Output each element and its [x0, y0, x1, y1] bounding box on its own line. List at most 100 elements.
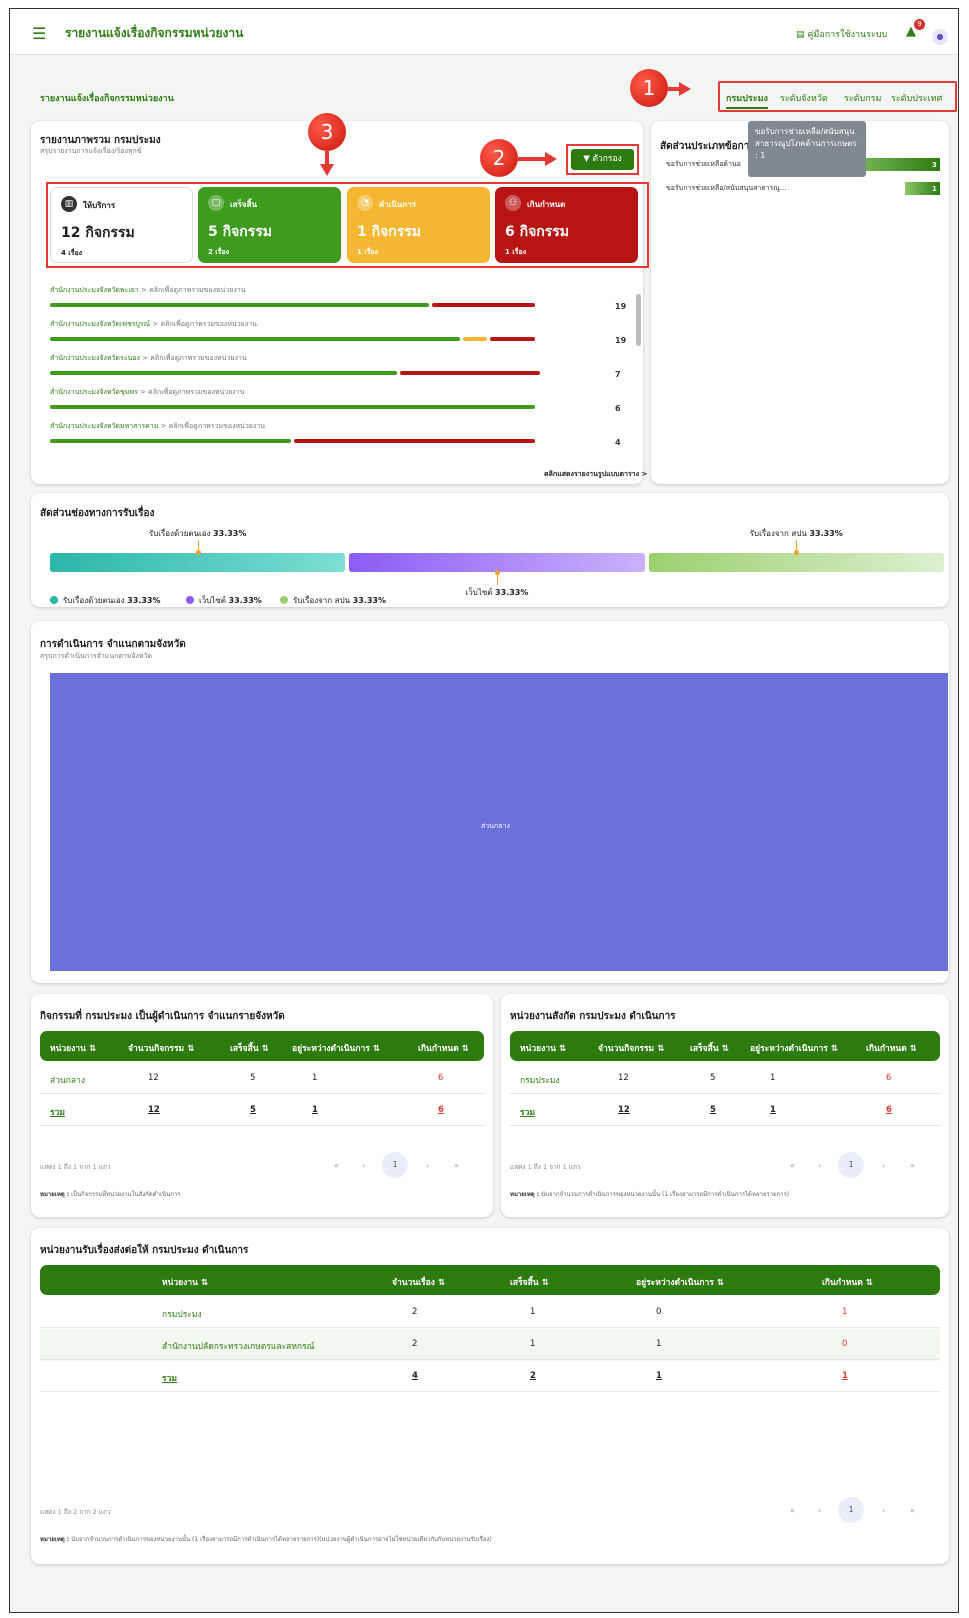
table1-first-page[interactable]: «	[334, 1161, 339, 1170]
page-heading: รายงานแจ้งเรื่องกิจกรรมหน่วยงาน	[40, 94, 174, 104]
tab-province-level[interactable]: ระดับจังหวัด	[780, 91, 828, 105]
table2-note-text: นับจากจำนวนการดำเนินการของหน่วยงานนั้น (…	[539, 1191, 790, 1198]
channel-segment[interactable]	[50, 553, 346, 572]
menu-icon[interactable]: ☰	[32, 24, 46, 43]
table2-total-cell[interactable]: รวม	[520, 1105, 535, 1119]
legend-item[interactable]: รับเรื่องจาก สปน 33.33%	[280, 594, 386, 607]
filter-button[interactable]: ▼ ตัวกรอง	[571, 149, 634, 170]
tab-country-level[interactable]: ระดับประเทศ	[891, 91, 942, 105]
table3-first-page[interactable]: «	[790, 1506, 795, 1515]
channel-callout-name: รับเรื่องด้วยตนเอง	[148, 529, 214, 538]
table3-cell: 2	[412, 1307, 418, 1317]
table3-page-info: แสดง 1 ถึง 2 จาก 2 แถว	[40, 1508, 111, 1516]
org-row[interactable]: สำนักงานประมงจังหวัดระนอง > คลิกเพื่อดูภ…	[50, 353, 621, 383]
stat-in-progress-sub: 1 เรื่อง	[357, 248, 379, 256]
org-value: 7	[615, 370, 621, 379]
legend-item[interactable]: เว็บไซต์ 33.33%	[186, 594, 262, 607]
org-name[interactable]: สำนักงานประมงจังหวัดมหาสารคาม > คลิกเพื่…	[50, 421, 265, 432]
filter-label: ตัวกรอง	[592, 154, 622, 164]
table1-title: กิจกรรมที่ กรมประมง เป็นผู้ดำเนินการ จำแ…	[40, 1011, 285, 1022]
table3-next-page[interactable]: ›	[882, 1506, 885, 1515]
tab-department[interactable]: กรมประมง	[726, 91, 768, 109]
legend-dot-icon	[50, 596, 58, 604]
table2-prev-page[interactable]: ‹	[818, 1161, 821, 1170]
table3-prev-page[interactable]: ‹	[818, 1506, 821, 1515]
table1-col-header[interactable]: อยู่ระหว่างดำเนินการ ⇅	[292, 1041, 380, 1055]
table2-note: หมายเหตุ : นับจากจำนวนการดำเนินการของหน่…	[510, 1189, 789, 1199]
org-row[interactable]: สำนักงานประมงจังหวัดชุมพร > คลิกเพื่อดูภ…	[50, 387, 621, 417]
org-name[interactable]: สำนักงานประมงจังหวัดระนอง > คลิกเพื่อดูภ…	[50, 353, 247, 364]
stat-service[interactable]: ▥ ให้บริการ 12 กิจกรรม 4 เรื่อง	[50, 187, 193, 263]
org-row[interactable]: สำนักงานประมงจังหวัดพะเยา > คลิกเพื่อดูภ…	[50, 285, 626, 315]
org-click-hint: > คลิกเพื่อดูภาพรวมของหน่วยงาน	[150, 320, 257, 328]
legend-percent: 33.33%	[127, 596, 161, 605]
org-row[interactable]: สำนักงานประมงจังหวัดมหาสารคาม > คลิกเพื่…	[50, 421, 621, 451]
table3-note-label: หมายเหตุ :	[40, 1536, 70, 1543]
tab-department-level[interactable]: ระดับกรม	[844, 91, 881, 105]
org-name[interactable]: สำนักงานประมงจังหวัดชุมพร > คลิกเพื่อดูภ…	[50, 387, 244, 398]
legend-item[interactable]: รับเรื่องด้วยตนเอง 33.33%	[50, 594, 160, 607]
org-value: 19	[615, 336, 627, 345]
stat-service-label: ให้บริการ	[83, 201, 116, 210]
table1-col-header[interactable]: เกินกำหนด ⇅	[418, 1041, 469, 1055]
table-view-link[interactable]: คลิกแสดงรายงานรูปแบบตาราง >	[544, 469, 647, 480]
legend-dot-icon	[280, 596, 288, 604]
table3-col-header[interactable]: เกินกำหนด ⇅	[822, 1275, 873, 1289]
stat-overdue[interactable]: ⚇ เกินกำหนด 6 กิจกรรม 1 เรื่อง	[495, 187, 638, 263]
user-avatar-icon[interactable]: ●	[932, 29, 948, 45]
table3-col-header[interactable]: อยู่ระหว่างดำเนินการ ⇅	[636, 1275, 724, 1289]
org-name[interactable]: สำนักงานประมงจังหวัดเพชรบูรณ์ > คลิกเพื่…	[50, 319, 257, 330]
channel-segment[interactable]	[648, 553, 944, 572]
table2-total-cell: 12	[618, 1105, 630, 1115]
table2-last-page[interactable]: »	[910, 1161, 915, 1170]
table1-prev-page[interactable]: ‹	[362, 1161, 365, 1170]
table2-col-header[interactable]: อยู่ระหว่างดำเนินการ ⇅	[750, 1041, 838, 1055]
legend-percent: 33.33%	[228, 596, 262, 605]
table1-last-page[interactable]: »	[454, 1161, 459, 1170]
table1-cell: 1	[312, 1073, 318, 1083]
stat-in-progress-label: ดำเนินการ	[379, 200, 416, 209]
table1-col-header[interactable]: หน่วยงาน ⇅	[50, 1041, 96, 1055]
province-ops-title: การดำเนินการ จำแนกตามจังหวัด	[40, 639, 186, 650]
channel-callout-name: รับเรื่องจาก สปน	[749, 529, 810, 538]
org-click-hint: > คลิกเพื่อดูภาพรวมของหน่วยงาน	[138, 286, 246, 294]
table2-col-header[interactable]: เสร็จสิ้น ⇅	[690, 1041, 729, 1055]
stat-done[interactable]: ▢ เสร็จสิ้น 5 กิจกรรม 2 เรื่อง	[198, 187, 341, 263]
channel-callout: เว็บไซต์ 33.33%	[437, 586, 557, 599]
table2-col-header[interactable]: จำนวนกิจกรรม ⇅	[598, 1041, 664, 1055]
org-bar-red	[293, 439, 535, 443]
table3-current-page[interactable]: 1	[838, 1497, 864, 1523]
table1-current-page[interactable]: 1	[382, 1152, 408, 1178]
table2-cell[interactable]: กรมประมง	[520, 1073, 560, 1087]
table2-next-page[interactable]: ›	[882, 1161, 885, 1170]
user-manual-link[interactable]: ▤ คู่มือการใช้งานระบบ	[796, 27, 887, 41]
org-name[interactable]: สำนักงานประมงจังหวัดพะเยา > คลิกเพื่อดูภ…	[50, 285, 246, 296]
table1-col-header[interactable]: เสร็จสิ้น ⇅	[230, 1041, 269, 1055]
table1-total-cell[interactable]: รวม	[50, 1105, 65, 1119]
stat-in-progress[interactable]: ◔ ดำเนินการ 1 กิจกรรม 1 เรื่อง	[347, 187, 490, 263]
table3-col-header[interactable]: หน่วยงาน ⇅	[162, 1275, 208, 1289]
table3-total-cell[interactable]: รวม	[162, 1371, 177, 1385]
table3-cell[interactable]: กรมประมง	[162, 1307, 202, 1321]
table3-row-divider	[40, 1391, 940, 1392]
table3-last-page[interactable]: »	[910, 1506, 915, 1515]
table1-cell[interactable]: ส่วนกลาง	[50, 1073, 85, 1087]
table1-next-page[interactable]: ›	[426, 1161, 429, 1170]
table3-note-text: นับจากจำนวนการดำเนินการของหน่วยงานนั้น (…	[69, 1536, 492, 1543]
table3-col-header[interactable]: จำนวนเรื่อง ⇅	[392, 1275, 445, 1289]
org-list-scroll-thumb[interactable]	[636, 294, 641, 346]
table2-col-header[interactable]: เกินกำหนด ⇅	[866, 1041, 917, 1055]
legend-dot-icon	[186, 596, 194, 604]
legend-percent: 33.33%	[352, 596, 386, 605]
table1-col-header[interactable]: จำนวนกิจกรรม ⇅	[128, 1041, 194, 1055]
table2-total-cell: 5	[710, 1105, 716, 1115]
org-bar-green	[50, 405, 535, 409]
table1-card	[31, 994, 493, 1217]
table2-first-page[interactable]: «	[790, 1161, 795, 1170]
table3-cell[interactable]: สำนักงานปลัดกระทรวงเกษตรและสหกรณ์	[162, 1339, 315, 1353]
table2-col-header[interactable]: หน่วยงาน ⇅	[520, 1041, 566, 1055]
org-row[interactable]: สำนักงานประมงจังหวัดเพชรบูรณ์ > คลิกเพื่…	[50, 319, 626, 349]
table2-current-page[interactable]: 1	[838, 1152, 864, 1178]
table3-cell: 0	[842, 1339, 848, 1349]
table3-col-header[interactable]: เสร็จสิ้น ⇅	[510, 1275, 549, 1289]
